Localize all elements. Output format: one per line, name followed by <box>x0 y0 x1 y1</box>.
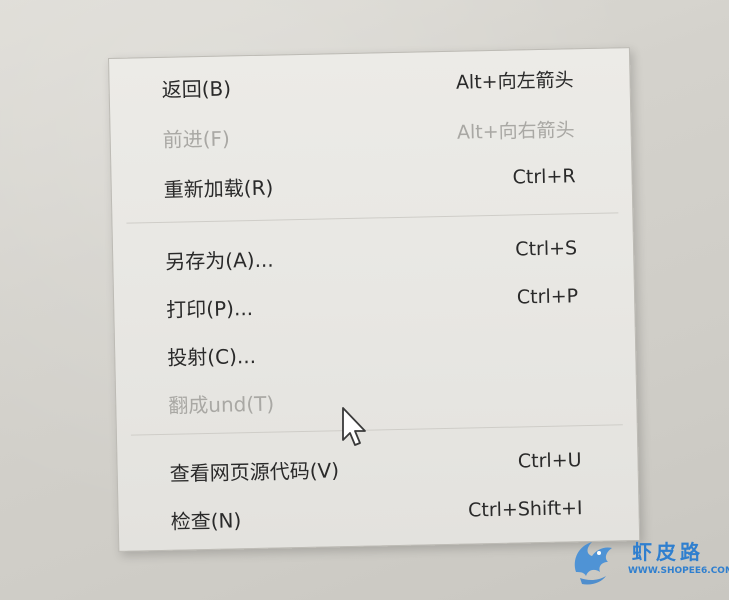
menu-item-reload[interactable]: 重新加载(R) Ctrl+R <box>111 156 632 207</box>
menu-item-label: 返回(B) <box>161 76 232 102</box>
menu-item-translate: 翻成und(T) <box>116 372 637 423</box>
menu-item-shortcut: Alt+向右箭头 <box>456 119 575 144</box>
menu-item-label: 重新加载(R) <box>163 175 274 202</box>
menu-item-shortcut: Alt+向左箭头 <box>455 69 574 94</box>
menu-item-cast[interactable]: 投射(C)... <box>115 324 636 375</box>
dragon-logo-icon <box>574 542 612 585</box>
menu-item-label: 前进(F) <box>162 126 231 152</box>
menu-item-shortcut: Ctrl+P <box>516 285 579 309</box>
menu-separator <box>130 424 623 436</box>
menu-item-back[interactable]: 返回(B) Alt+向左箭头 <box>109 56 630 107</box>
menu-item-shortcut: Ctrl+S <box>515 237 578 261</box>
menu-item-save-as[interactable]: 另存为(A)... Ctrl+S <box>113 228 634 279</box>
watermark-name: 虾皮路 <box>632 540 704 564</box>
menu-item-shortcut: Ctrl+U <box>517 449 582 473</box>
menu-item-label: 打印(P)... <box>166 296 254 322</box>
menu-item-view-source[interactable]: 查看网页源代码(V) Ctrl+U <box>117 440 638 491</box>
menu-item-inspect[interactable]: 检查(N) Ctrl+Shift+I <box>118 488 639 539</box>
menu-item-label: 翻成und(T) <box>168 391 275 418</box>
menu-item-label: 另存为(A)... <box>165 247 274 274</box>
menu-item-label: 投射(C)... <box>167 343 257 370</box>
menu-item-shortcut: Ctrl+R <box>512 165 576 189</box>
menu-item-label: 查看网页源代码(V) <box>169 458 340 486</box>
watermark-url: WWW.SHOPEE6.COM <box>628 566 729 576</box>
menu-item-shortcut: Ctrl+Shift+I <box>467 497 583 522</box>
context-menu: 返回(B) Alt+向左箭头 前进(F) Alt+向右箭头 重新加载(R) Ct… <box>108 47 641 552</box>
menu-item-print[interactable]: 打印(P)... Ctrl+P <box>114 276 635 327</box>
menu-separator <box>126 212 619 224</box>
arrow-pointer-icon <box>342 407 366 446</box>
menu-item-label: 检查(N) <box>170 508 242 534</box>
menu-item-forward: 前进(F) Alt+向右箭头 <box>110 106 631 157</box>
watermark: 虾皮路 WWW.SHOPEE6.COM <box>566 530 729 594</box>
